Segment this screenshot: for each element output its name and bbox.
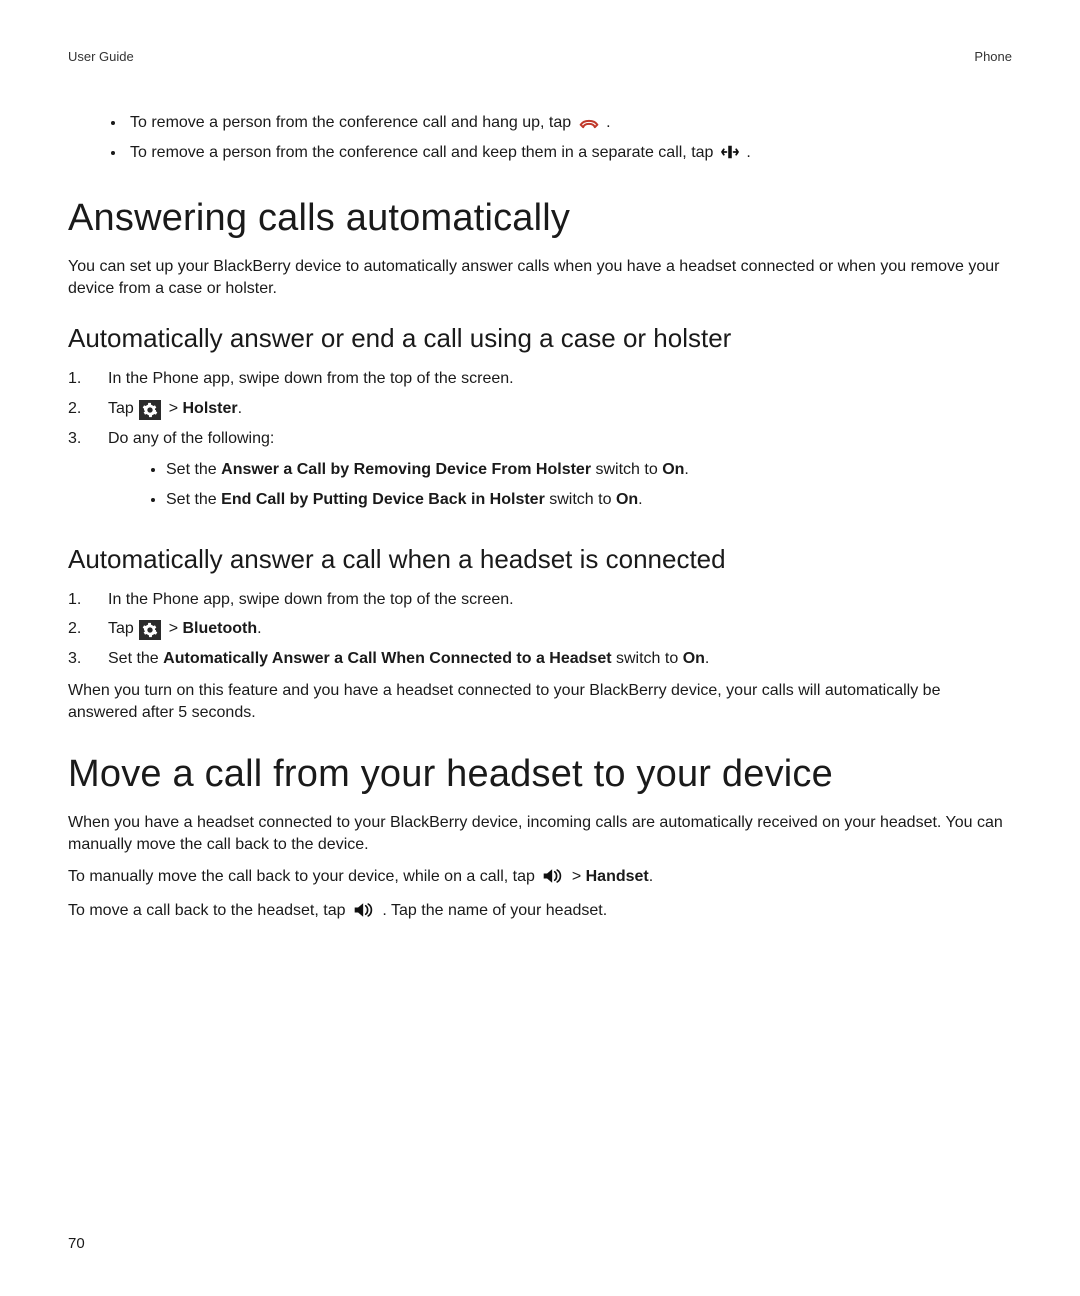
step-3-sub-bullets: Set the Answer a Call by Removing Device… bbox=[108, 459, 1012, 511]
text: To manually move the call back to your d… bbox=[68, 868, 539, 885]
settings-icon bbox=[139, 620, 161, 640]
text: switch to bbox=[545, 491, 616, 508]
paragraph-headset: To move a call back to the headset, tap … bbox=[68, 900, 1012, 925]
text-bold: Automatically Answer a Call When Connect… bbox=[163, 650, 611, 667]
steps-holster: 1. In the Phone app, swipe down from the… bbox=[68, 368, 1012, 519]
settings-icon bbox=[139, 400, 161, 420]
text: . bbox=[606, 114, 610, 131]
paragraph-handset: To manually move the call back to your d… bbox=[68, 866, 1012, 891]
text: Set the bbox=[166, 461, 221, 478]
text-bold: On bbox=[662, 461, 684, 478]
document-page: User Guide Phone To remove a person from… bbox=[0, 0, 1080, 1296]
step-2: 2. Tap > Bluetooth. bbox=[68, 618, 1012, 640]
step-number: 3. bbox=[68, 648, 108, 670]
intro-bullet-2: To remove a person from the conference c… bbox=[126, 142, 1012, 167]
heading-auto-answer-holster: Automatically answer or end a call using… bbox=[68, 321, 1012, 356]
hang-up-icon bbox=[579, 115, 599, 137]
step-text: Tap > Bluetooth. bbox=[108, 618, 1012, 640]
text: Tap bbox=[108, 400, 138, 417]
text-bold: Bluetooth bbox=[183, 620, 258, 637]
text: . bbox=[238, 400, 242, 417]
text: . bbox=[649, 868, 653, 885]
text-bold: On bbox=[683, 650, 705, 667]
text: . bbox=[257, 620, 261, 637]
audio-output-icon bbox=[353, 902, 375, 925]
step-text: Set the Automatically Answer a Call When… bbox=[108, 648, 1012, 670]
text-bold: Answer a Call by Removing Device From Ho… bbox=[221, 461, 591, 478]
heading-move-call: Move a call from your headset to your de… bbox=[68, 749, 1012, 800]
text: Set the bbox=[166, 491, 221, 508]
text: Tap bbox=[108, 620, 138, 637]
sub-bullet-1: Set the Answer a Call by Removing Device… bbox=[166, 459, 1012, 481]
text: . bbox=[684, 461, 688, 478]
paragraph: When you have a headset connected to you… bbox=[68, 812, 1012, 855]
header-right: Phone bbox=[974, 48, 1012, 66]
step-text: Do any of the following: bbox=[108, 430, 274, 447]
sub-bullet-2: Set the End Call by Putting Device Back … bbox=[166, 489, 1012, 511]
step-number: 2. bbox=[68, 618, 108, 640]
page-header: User Guide Phone bbox=[68, 48, 1012, 106]
step-3: 3. Do any of the following: Set the Answ… bbox=[68, 428, 1012, 520]
step-number: 1. bbox=[68, 368, 108, 390]
text: > bbox=[572, 868, 586, 885]
step-number: 2. bbox=[68, 398, 108, 420]
text-bold: Holster bbox=[183, 400, 238, 417]
heading-auto-answer-headset: Automatically answer a call when a heads… bbox=[68, 542, 1012, 577]
text-bold: End Call by Putting Device Back in Holst… bbox=[221, 491, 545, 508]
text: . bbox=[746, 144, 750, 161]
step-text: In the Phone app, swipe down from the to… bbox=[108, 589, 1012, 611]
step-number: 3. bbox=[68, 428, 108, 520]
heading-answering-calls-automatically: Answering calls automatically bbox=[68, 193, 1012, 244]
text: > bbox=[169, 620, 183, 637]
text: To remove a person from the conference c… bbox=[130, 144, 718, 161]
step-1: 1. In the Phone app, swipe down from the… bbox=[68, 368, 1012, 390]
step-3: 3. Set the Automatically Answer a Call W… bbox=[68, 648, 1012, 670]
text: switch to bbox=[591, 461, 662, 478]
text: . bbox=[705, 650, 709, 667]
text: Set the bbox=[108, 650, 163, 667]
intro-bullet-1: To remove a person from the conference c… bbox=[126, 112, 1012, 137]
text: > bbox=[169, 400, 183, 417]
text-bold: Handset bbox=[586, 868, 649, 885]
text: . Tap the name of your headset. bbox=[382, 902, 607, 919]
split-call-icon bbox=[721, 144, 739, 167]
step-text: In the Phone app, swipe down from the to… bbox=[108, 368, 1012, 390]
step-2: 2. Tap > Holster. bbox=[68, 398, 1012, 420]
text: To remove a person from the conference c… bbox=[130, 114, 576, 131]
steps-headset: 1. In the Phone app, swipe down from the… bbox=[68, 589, 1012, 670]
step-1: 1. In the Phone app, swipe down from the… bbox=[68, 589, 1012, 611]
text-bold: On bbox=[616, 491, 638, 508]
intro-bullet-list: To remove a person from the conference c… bbox=[68, 112, 1012, 167]
text: To move a call back to the headset, tap bbox=[68, 902, 350, 919]
paragraph: You can set up your BlackBerry device to… bbox=[68, 256, 1012, 299]
step-text: Tap > Holster. bbox=[108, 398, 1012, 420]
text: . bbox=[638, 491, 642, 508]
paragraph: When you turn on this feature and you ha… bbox=[68, 680, 1012, 723]
page-number: 70 bbox=[68, 1234, 85, 1254]
text: switch to bbox=[612, 650, 683, 667]
header-left: User Guide bbox=[68, 48, 134, 66]
step-number: 1. bbox=[68, 589, 108, 611]
audio-output-icon bbox=[542, 868, 564, 891]
